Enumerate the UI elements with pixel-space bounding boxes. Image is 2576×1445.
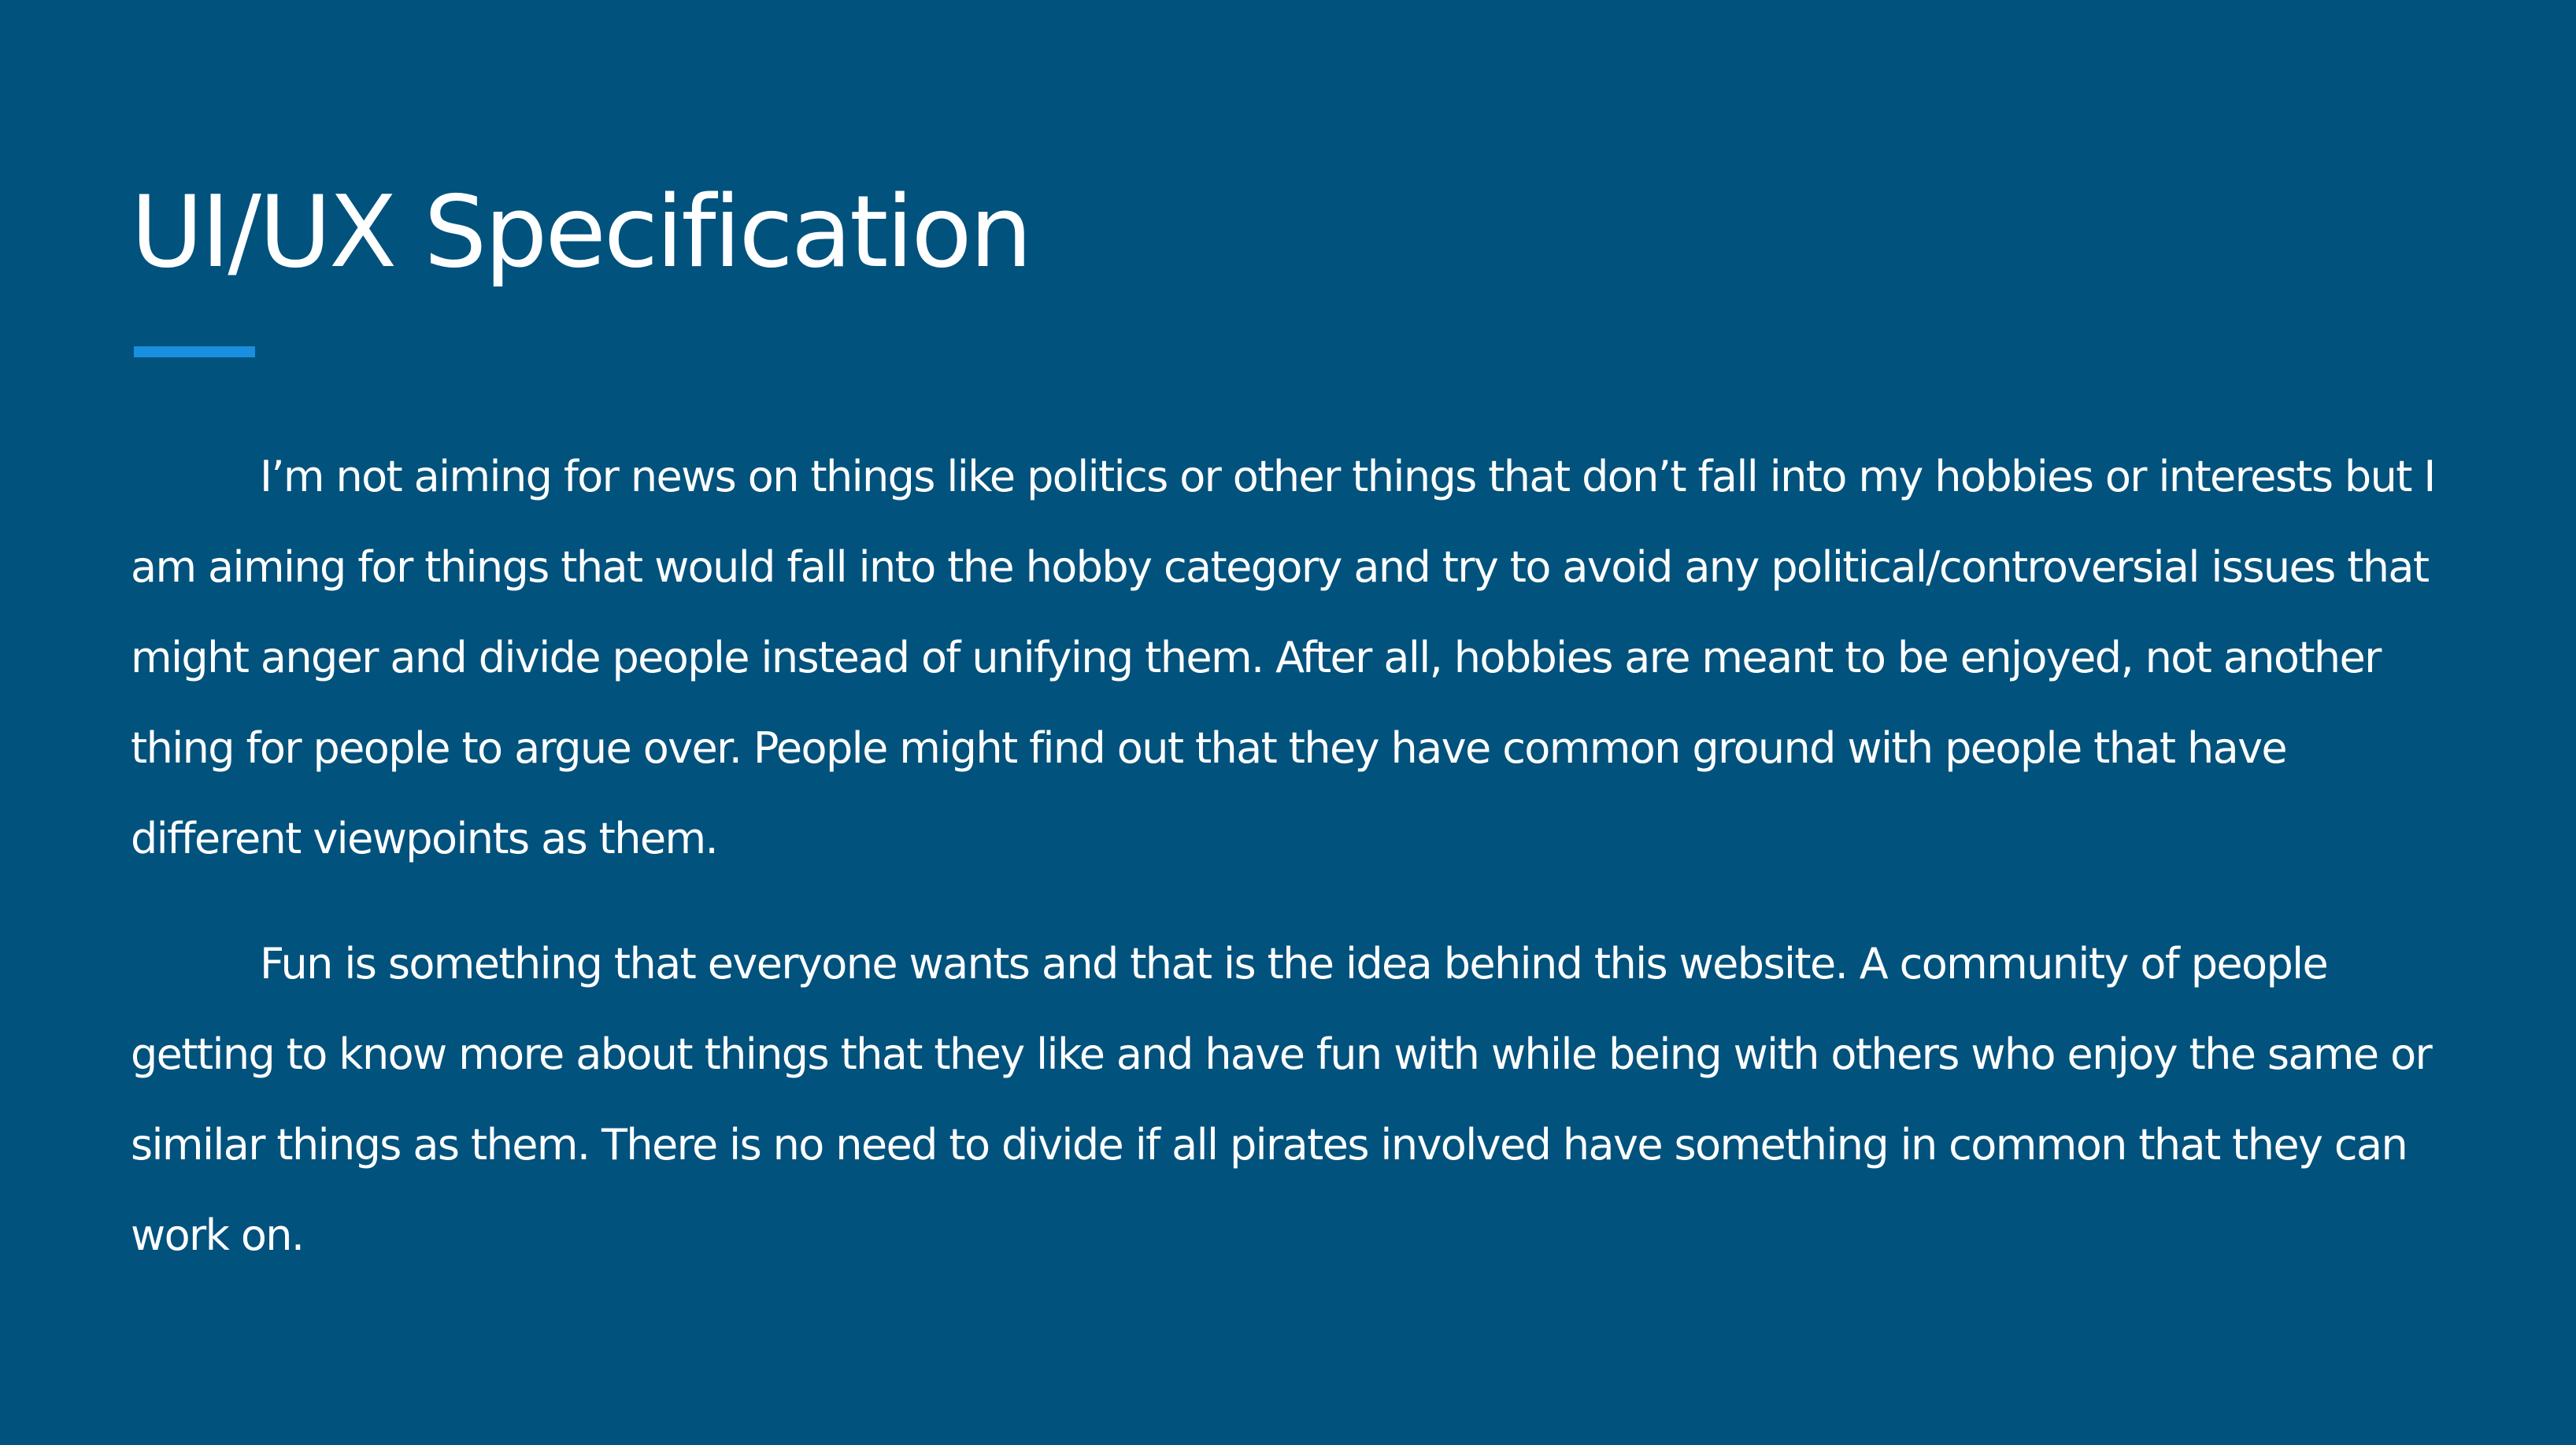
body-paragraph-2: Fun is something that everyone wants and… (131, 939, 2433, 1260)
slide-title: UI/UX Specification (131, 174, 1032, 290)
body-paragraph-1: I’m not aiming for news on things like p… (131, 452, 2436, 863)
slide: UI/UX Specification I’m not aiming for n… (0, 0, 2576, 1445)
slide-body: I’m not aiming for news on things like p… (131, 431, 2453, 1315)
title-accent-bar (134, 346, 255, 357)
